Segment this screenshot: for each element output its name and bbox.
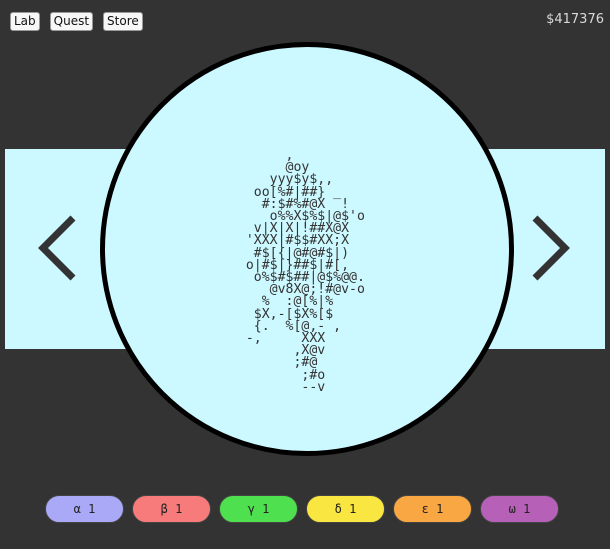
chevron-right-icon <box>532 215 570 281</box>
quest-button[interactable]: Quest <box>49 12 94 31</box>
next-button[interactable] <box>526 210 576 286</box>
money-counter: $417376 <box>546 12 604 27</box>
previous-button[interactable] <box>32 210 82 286</box>
resource-alpha-button[interactable]: α 1 <box>45 495 124 523</box>
ascii-creature: , @oy yyy$y$,, oo[%#|##} _ #:$#%#@X ! o%… <box>245 148 365 395</box>
resource-epsilon-button[interactable]: ε 1 <box>393 495 472 523</box>
chevron-left-icon <box>38 215 76 281</box>
lab-button[interactable]: Lab <box>10 12 40 31</box>
resource-bar: α 1 β 1 γ 1 δ 1 ε 1 ω 1 <box>45 495 559 523</box>
resource-omega-button[interactable]: ω 1 <box>480 495 559 523</box>
resource-beta-button[interactable]: β 1 <box>132 495 211 523</box>
store-button[interactable]: Store <box>103 12 143 31</box>
top-nav: Lab Quest Store <box>10 12 143 31</box>
resource-delta-button[interactable]: δ 1 <box>306 495 385 523</box>
resource-gamma-button[interactable]: γ 1 <box>219 495 298 523</box>
